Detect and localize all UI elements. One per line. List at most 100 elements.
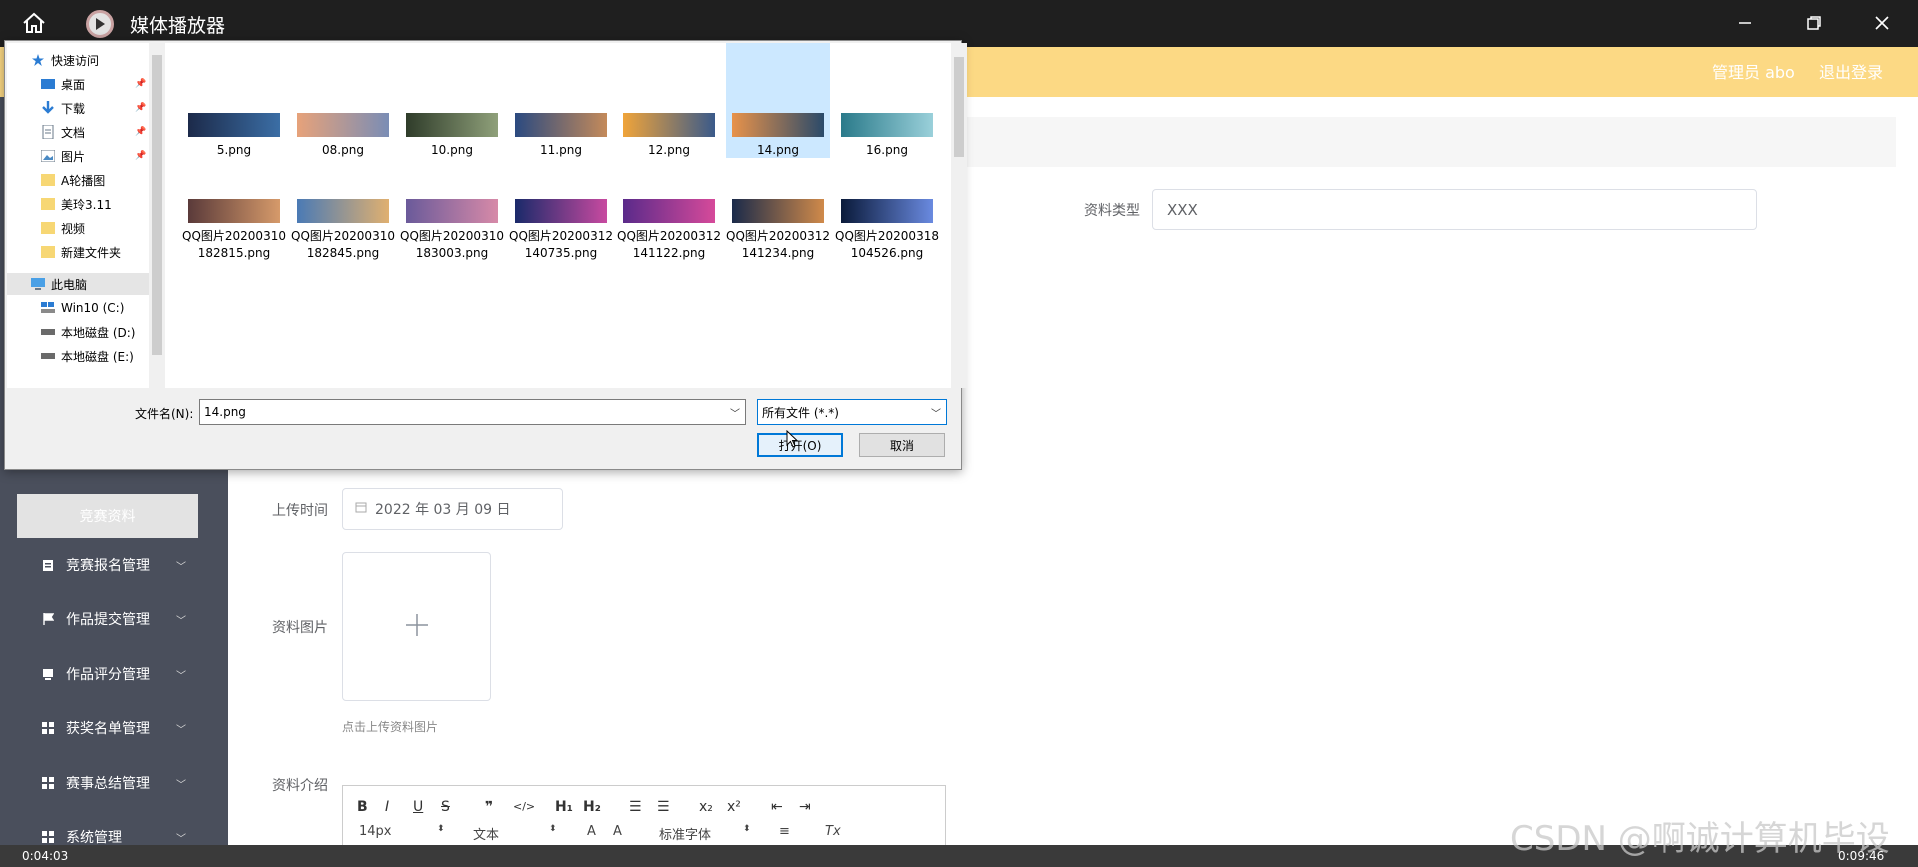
quote-icon[interactable]: ❞ <box>485 798 493 816</box>
file-tile[interactable]: QQ图片20200312141234.png <box>726 195 830 285</box>
sidebar-item-awards[interactable]: 获奖名单管理 ﹀ <box>0 708 228 748</box>
image-thumbnail <box>623 113 715 137</box>
calendar-icon <box>355 501 367 517</box>
play-logo-icon <box>86 10 114 38</box>
file-tile[interactable]: QQ图片20200312141122.png <box>617 195 721 285</box>
bold-icon[interactable]: B <box>357 798 368 816</box>
clear-format-icon[interactable]: Tx <box>825 824 841 839</box>
file-tile[interactable]: 5.png <box>182 43 286 158</box>
nav-item-desktop[interactable]: 桌面 📌 <box>7 73 149 95</box>
file-name: 16.png <box>866 143 908 157</box>
sidebar-item-scoring[interactable]: 作品评分管理 ﹀ <box>0 654 228 694</box>
chevron-down-icon[interactable]: ﹀ <box>931 405 941 420</box>
sidebar-item-submission[interactable]: 作品提交管理 ﹀ <box>0 599 228 639</box>
material-type-input[interactable]: XXX <box>1152 189 1757 230</box>
logout-link[interactable]: 退出登录 <box>1819 59 1883 83</box>
superscript-icon[interactable]: x² <box>727 798 741 816</box>
grid-icon <box>41 776 55 790</box>
h2-icon[interactable]: H₂ <box>583 798 601 816</box>
open-button[interactable]: 打开(O) <box>757 433 843 457</box>
cancel-button[interactable]: 取消 <box>859 433 945 457</box>
nav-item-folder-meiling[interactable]: 美玲3.11 <box>7 193 149 215</box>
file-name: 5.png <box>216 143 252 157</box>
sidebar-item-summary[interactable]: 赛事总结管理 ﹀ <box>0 763 228 803</box>
background-color-icon[interactable]: A <box>613 824 622 839</box>
file-tile[interactable]: QQ图片20200312140735.png <box>509 195 613 285</box>
block-type-arrows-icon: ⬍ <box>549 824 557 834</box>
material-image-label: 资料图片 <box>272 620 328 636</box>
image-thumbnail <box>515 113 607 137</box>
block-type-select[interactable]: 文本 <box>473 824 499 843</box>
italic-icon[interactable]: I <box>385 798 389 816</box>
file-scrollbar[interactable] <box>951 43 967 388</box>
outdent-icon[interactable]: ⇤ <box>771 798 783 816</box>
nav-item-pictures[interactable]: 图片 📌 <box>7 145 149 167</box>
file-tile[interactable]: QQ图片20200310182845.png <box>291 195 395 285</box>
chevron-down-icon: ﹀ <box>176 779 186 791</box>
nav-drive-c[interactable]: Win10 (C:) <box>7 297 149 319</box>
nav-drive-d[interactable]: 本地磁盘 (D:) <box>7 321 149 343</box>
restore-icon[interactable] <box>1797 8 1831 38</box>
minimize-icon[interactable] <box>1728 8 1762 38</box>
chevron-down-icon[interactable]: ﹀ <box>730 405 740 420</box>
image-thumbnail <box>623 199 715 223</box>
admin-username[interactable]: 管理员 abo <box>1712 59 1795 83</box>
filename-input[interactable]: 14.png ﹀ <box>199 399 746 425</box>
filetype-select[interactable]: 所有文件 (*.*) ﹀ <box>757 399 947 425</box>
file-tile[interactable]: 11.png <box>509 43 613 158</box>
file-tile[interactable]: QQ图片20200318104526.png <box>835 195 939 285</box>
nav-item-folder-new[interactable]: 新建文件夹 <box>7 241 149 263</box>
h1-icon[interactable]: H₁ <box>555 798 573 816</box>
card-icon <box>41 667 55 681</box>
nav-label: 图片 <box>61 149 86 164</box>
file-tile[interactable]: 12.png <box>617 43 721 158</box>
file-tile[interactable]: 16.png <box>835 43 939 158</box>
code-icon[interactable]: </> <box>513 798 535 816</box>
bullet-list-icon[interactable]: ☰ <box>657 798 670 816</box>
file-tile[interactable]: 14.png <box>726 43 830 158</box>
navigation-pane: 快速访问 桌面 📌 下载 📌 文档 📌 图片 📌 A轮播图 美玲3.11 视频 … <box>7 43 149 388</box>
image-upload-box[interactable] <box>342 552 491 701</box>
nav-item-documents[interactable]: 文档 📌 <box>7 121 149 143</box>
file-tile[interactable]: QQ图片20200310183003.png <box>400 195 504 285</box>
upload-time-datepicker[interactable]: 2022 年 03 月 09 日 <box>342 488 563 530</box>
align-icon[interactable]: ≡ <box>779 824 790 839</box>
strike-icon[interactable]: S <box>441 798 450 816</box>
nav-item-folder-video[interactable]: 视频 <box>7 217 149 239</box>
file-list-pane: 5.png 08.png 10.png 11.png 12.png 14.png 16.pn… <box>165 43 951 388</box>
underline-icon[interactable]: U <box>413 798 423 816</box>
filename-value: 14.png <box>204 405 246 419</box>
close-icon[interactable] <box>1865 8 1899 38</box>
nav-quick-access[interactable]: 快速访问 <box>7 49 149 71</box>
pin-icon: 📌 <box>135 151 147 161</box>
upload-time-value: 2022 年 03 月 09 日 <box>375 502 511 518</box>
home-icon[interactable] <box>18 9 50 37</box>
folder-icon <box>41 197 55 211</box>
nav-label: 视频 <box>61 221 86 236</box>
font-size-select[interactable]: 14px <box>359 824 392 839</box>
file-tile[interactable]: QQ图片20200310182815.png <box>182 195 286 285</box>
image-thumbnail <box>406 113 498 137</box>
indent-icon[interactable]: ⇥ <box>799 798 811 816</box>
file-scrollbar-thumb[interactable] <box>954 57 964 157</box>
nav-drive-e[interactable]: 本地磁盘 (E:) <box>7 345 149 367</box>
font-size-arrows-icon: ⬍ <box>437 824 445 834</box>
nav-item-folder-a[interactable]: A轮播图 <box>7 169 149 191</box>
font-family-select[interactable]: 标准字体 <box>659 824 711 843</box>
sidebar-subitem-label: 竞赛资料 <box>79 509 136 525</box>
font-color-icon[interactable]: A <box>587 824 596 839</box>
sidebar-item-registration[interactable]: 竞赛报名管理 ﹀ <box>0 545 228 585</box>
nav-item-downloads[interactable]: 下载 📌 <box>7 97 149 119</box>
nav-this-pc[interactable]: 此电脑 <box>7 273 149 295</box>
nav-scrollbar[interactable] <box>149 43 165 388</box>
nav-scrollbar-thumb[interactable] <box>152 55 162 355</box>
subscript-icon[interactable]: x₂ <box>699 798 713 816</box>
file-tile[interactable]: 08.png <box>291 43 395 158</box>
nav-label: A轮播图 <box>61 173 106 188</box>
nav-label: 新建文件夹 <box>61 245 122 260</box>
ordered-list-icon[interactable]: ☰ <box>629 798 642 816</box>
computer-icon <box>31 277 45 291</box>
sidebar-subitem-competition-materials[interactable]: 竞赛资料 <box>17 494 198 538</box>
file-tile[interactable]: 10.png <box>400 43 504 158</box>
chevron-down-icon: ﹀ <box>176 561 186 573</box>
